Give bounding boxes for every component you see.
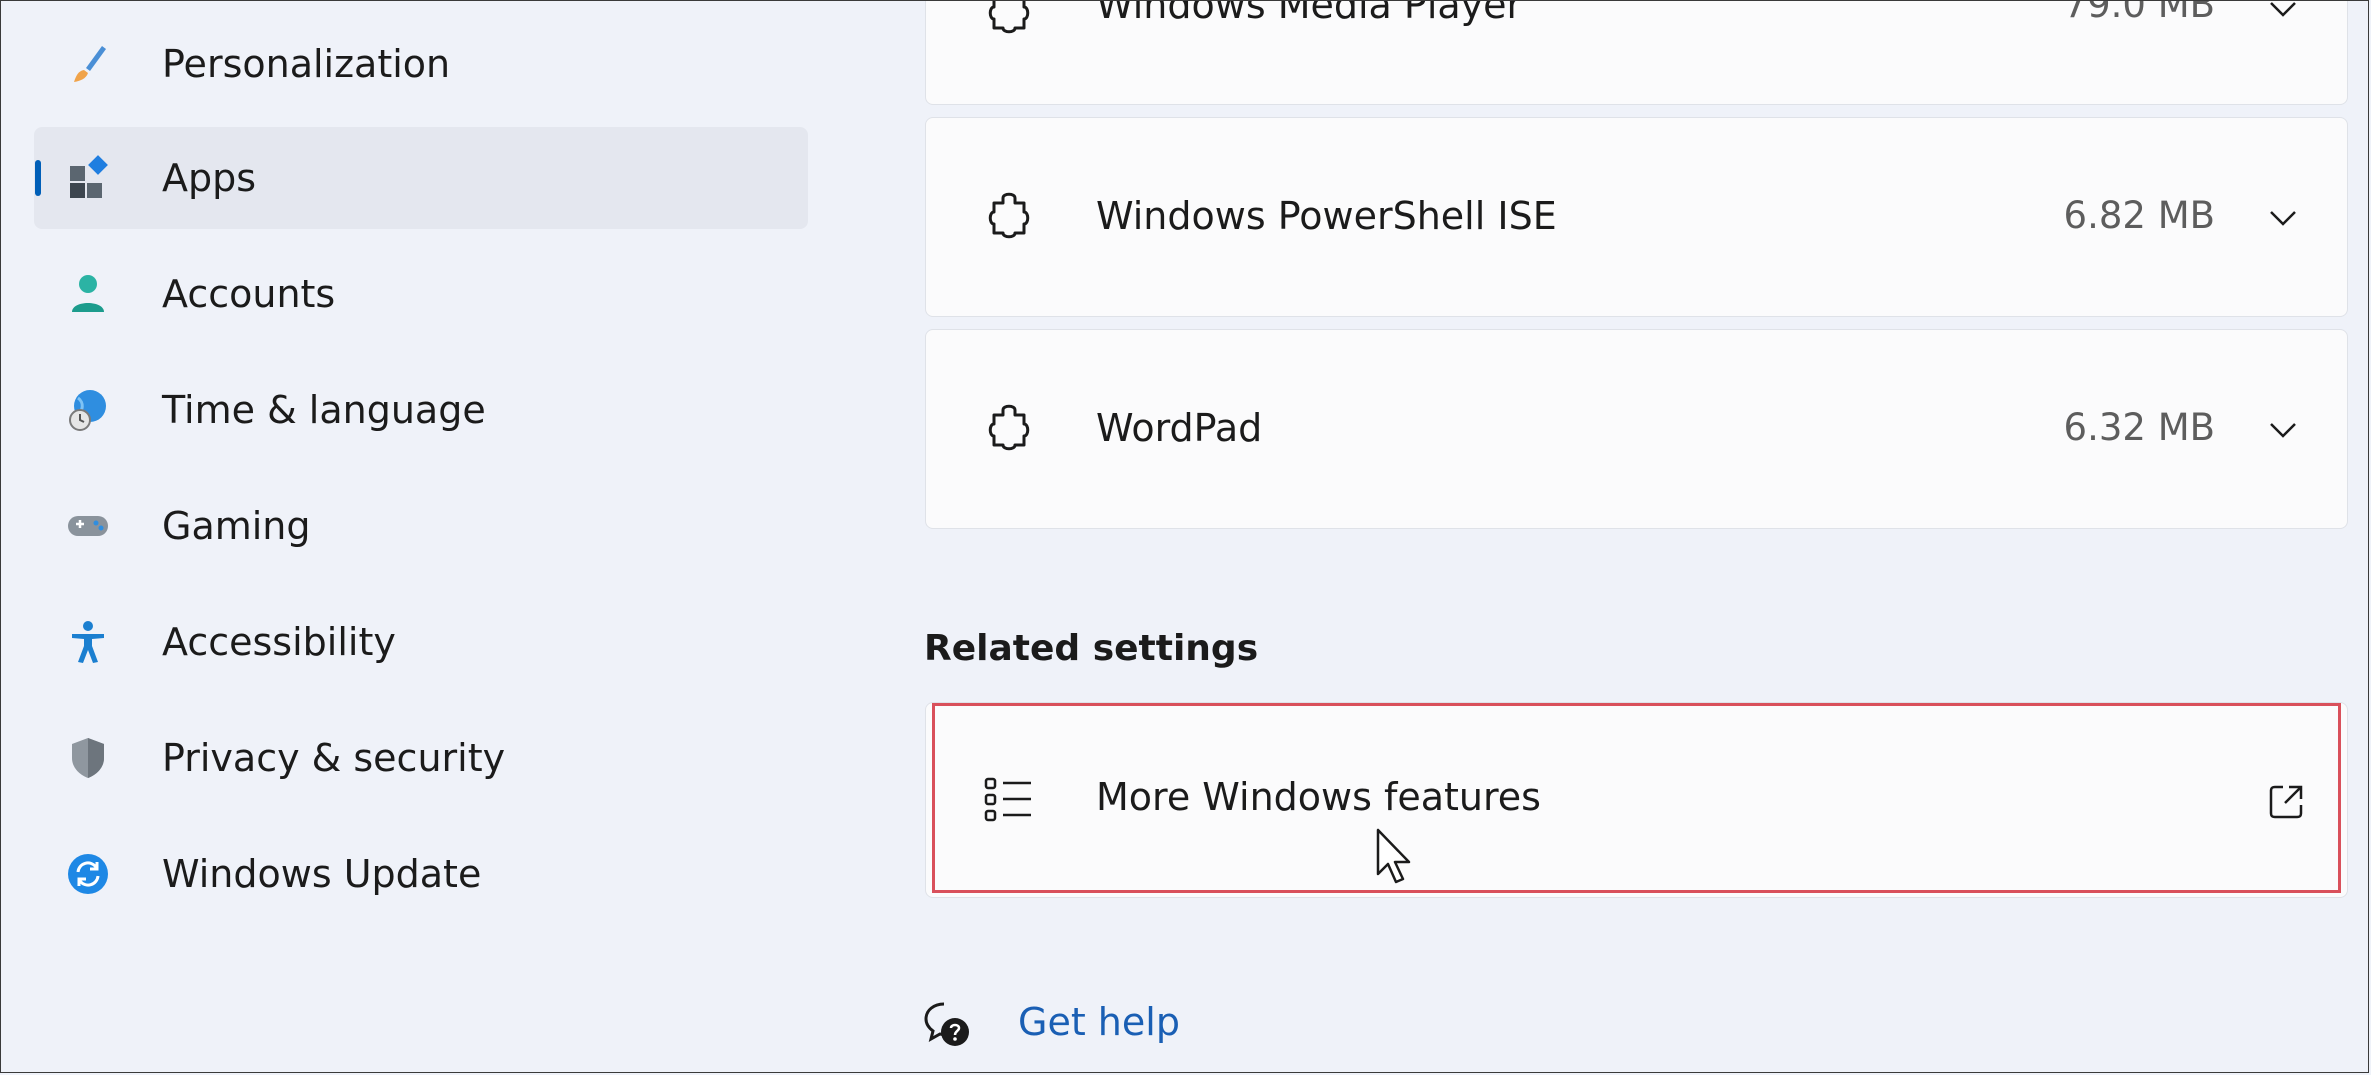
puzzle-icon — [981, 0, 1037, 41]
mouse-cursor-icon — [1376, 828, 1416, 886]
feature-card-wordpad[interactable]: WordPad 6.32 MB — [925, 329, 2348, 529]
sidebar-item-label: Accessibility — [162, 620, 396, 664]
list-icon — [981, 771, 1037, 827]
shield-icon — [64, 734, 112, 782]
puzzle-icon — [981, 190, 1037, 246]
sidebar-item-accessibility[interactable]: Accessibility — [34, 591, 808, 693]
person-icon — [64, 270, 112, 318]
feature-name: WordPad — [1096, 406, 1263, 450]
update-icon — [64, 850, 112, 898]
chevron-down-icon[interactable] — [2265, 200, 2301, 236]
selected-indicator — [35, 160, 41, 196]
apps-icon — [64, 154, 112, 202]
help-chat-icon — [922, 998, 974, 1050]
sidebar-item-label: Personalization — [162, 42, 451, 86]
sidebar-item-gaming[interactable]: Gaming — [34, 475, 808, 577]
sidebar-item-privacy-security[interactable]: Privacy & security — [34, 707, 808, 809]
sidebar-item-label: Accounts — [162, 272, 336, 316]
get-help-link[interactable]: Get help — [1018, 1000, 1180, 1044]
feature-name: Windows PowerShell ISE — [1096, 194, 1557, 238]
chevron-down-icon[interactable] — [2265, 412, 2301, 448]
feature-card-windows-media-player[interactable]: Windows Media Player 79.0 MB — [925, 0, 2348, 105]
feature-size: 79.0 MB — [2063, 0, 2215, 26]
sidebar-item-label: Windows Update — [162, 852, 482, 896]
accessibility-icon — [64, 618, 112, 666]
globe-clock-icon — [64, 386, 112, 434]
paintbrush-icon — [64, 40, 112, 88]
gamepad-icon — [64, 502, 112, 550]
sidebar-item-time-language[interactable]: Time & language — [34, 359, 808, 461]
sidebar-item-label: Time & language — [162, 388, 486, 432]
sidebar-item-label: Privacy & security — [162, 736, 506, 780]
sidebar-item-label: Gaming — [162, 504, 311, 548]
more-windows-features-label: More Windows features — [1096, 775, 1541, 819]
feature-name: Windows Media Player — [1096, 0, 1523, 27]
feature-size: 6.32 MB — [2063, 406, 2215, 449]
sidebar-item-apps[interactable]: Apps — [34, 127, 808, 229]
feature-card-windows-powershell-ise[interactable]: Windows PowerShell ISE 6.82 MB — [925, 117, 2348, 317]
puzzle-icon — [981, 402, 1037, 458]
external-link-icon — [2265, 781, 2307, 823]
feature-size: 6.82 MB — [2063, 194, 2215, 237]
more-windows-features-button[interactable]: More Windows features — [925, 702, 2348, 898]
sidebar-item-windows-update[interactable]: Windows Update — [34, 823, 808, 925]
sidebar-item-personalization[interactable]: Personalization — [34, 13, 808, 115]
sidebar-item-accounts[interactable]: Accounts — [34, 243, 808, 345]
related-settings-heading: Related settings — [924, 628, 1259, 669]
chevron-down-icon[interactable] — [2265, 0, 2301, 27]
sidebar-item-label: Apps — [162, 156, 257, 200]
